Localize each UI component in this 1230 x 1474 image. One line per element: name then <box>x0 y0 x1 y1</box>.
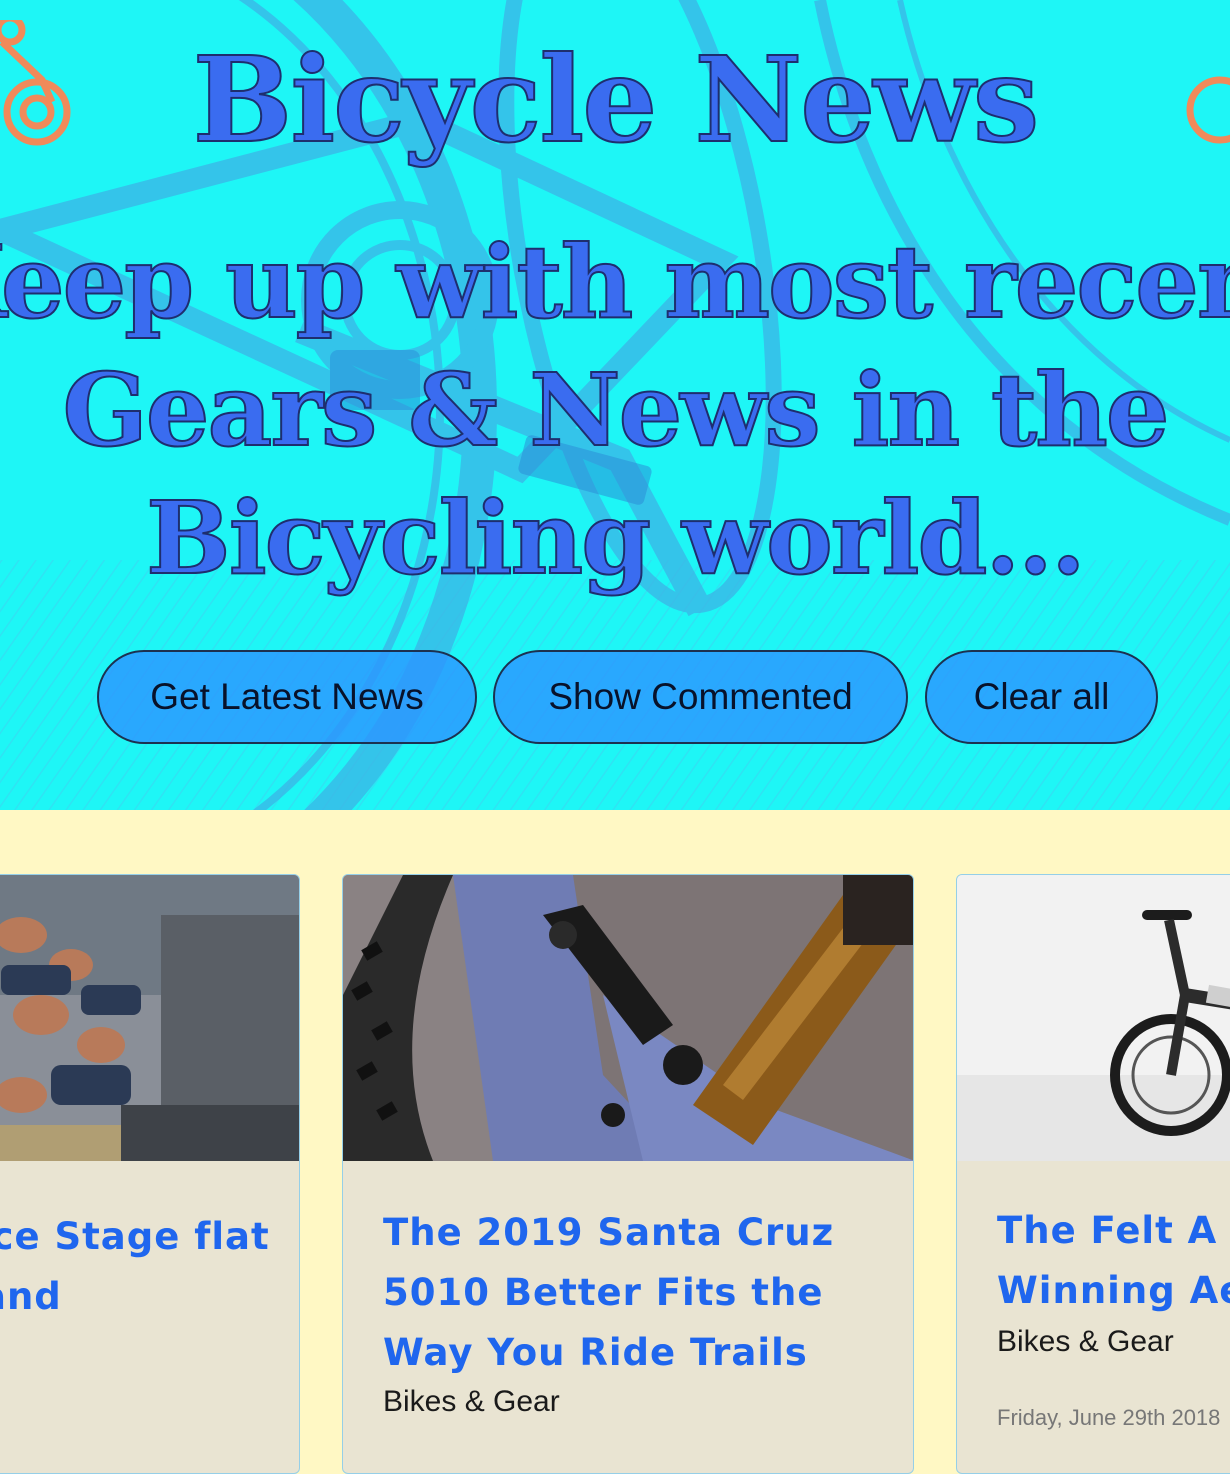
hero-banner: Bicycle News Keep up with most recent Ge… <box>0 0 1230 810</box>
show-commented-button[interactable]: Show Commented <box>493 650 908 744</box>
card-image[interactable] <box>343 875 913 1161</box>
site-title: Bicycle News <box>192 29 1041 170</box>
news-card[interactable]: The 2019 Santa Cruz 5010 Better Fits the… <box>342 874 914 1474</box>
card-image[interactable] <box>957 875 1230 1161</box>
news-card[interactable]: rance Stage flat and <box>0 874 300 1474</box>
road-bike-photo <box>957 875 1230 1161</box>
card-category: Bikes & Gear <box>383 1385 560 1418</box>
hero-tagline: Keep up with most recent Gears & News in… <box>0 222 1230 598</box>
card-date: Friday, June 29th 2018 <box>997 1405 1221 1430</box>
card-title[interactable]: The Felt A Winning Ae <box>997 1201 1230 1321</box>
card-title[interactable]: The 2019 Santa Cruz 5010 Better Fits the… <box>383 1203 883 1383</box>
bicycle-icon <box>1186 76 1230 144</box>
card-category: Bikes & Gear <box>997 1325 1174 1358</box>
news-card[interactable]: The Felt A Winning Ae Bikes & Gear Frida… <box>956 874 1230 1474</box>
race-crowd-photo <box>0 875 299 1161</box>
card-title[interactable]: rance Stage flat and <box>0 1207 281 1327</box>
clear-all-button[interactable]: Clear all <box>925 650 1158 744</box>
mountain-bike-suspension-photo <box>343 875 913 1161</box>
get-latest-news-button[interactable]: Get Latest News <box>97 650 477 744</box>
card-image[interactable] <box>0 875 299 1161</box>
